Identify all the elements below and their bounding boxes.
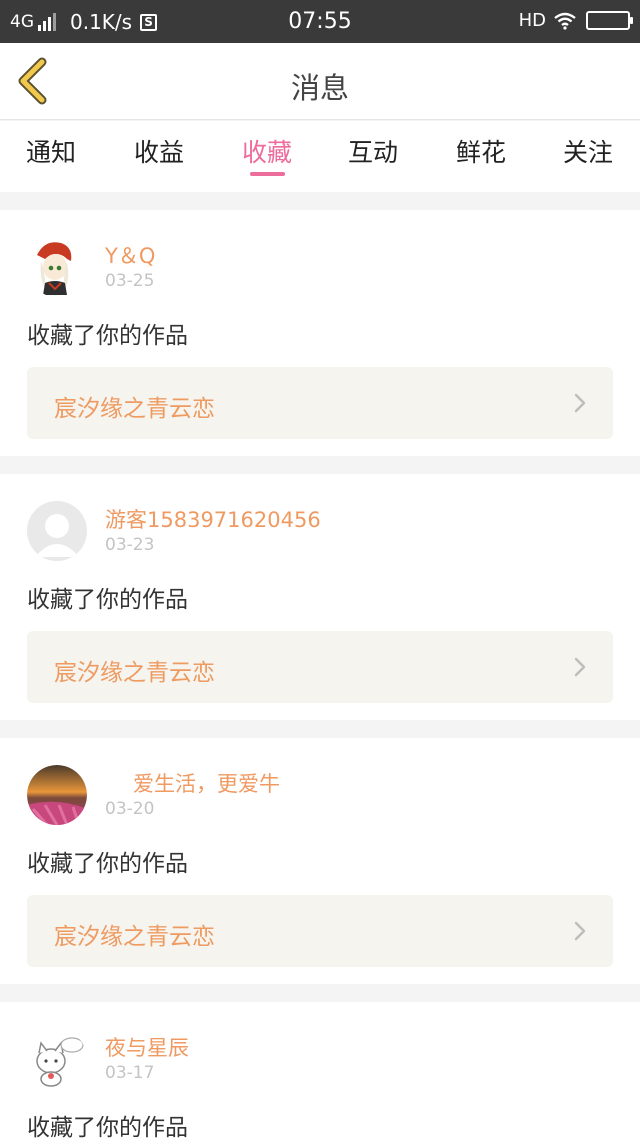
tab-interactions[interactable]: 互动 <box>323 133 423 169</box>
message-text: 收藏了你的作品 <box>27 587 188 613</box>
tab-earnings[interactable]: 收益 <box>109 133 209 169</box>
message-text: 收藏了你的作品 <box>27 323 188 349</box>
message-card: 夜与星辰 03-17 收藏了你的作品 <box>0 1002 640 1138</box>
message-card: 爱生活，更爱牛 03-20 收藏了你的作品 宸汐缘之青云恋 <box>0 738 640 984</box>
tab-flowers[interactable]: 鲜花 <box>431 133 531 169</box>
status-right: HD <box>518 10 633 31</box>
user-name[interactable]: 夜与星辰 <box>105 1032 189 1062</box>
status-bar: 4G 0.1K/s S 07:55 HD <box>0 0 640 43</box>
avatar[interactable] <box>27 501 87 561</box>
tab-follows[interactable]: 关注 <box>538 133 638 169</box>
avatar[interactable] <box>27 237 87 297</box>
user-name[interactable]: 爱生活，更爱牛 <box>133 768 280 798</box>
avatar[interactable] <box>27 765 87 825</box>
work-link[interactable]: 宸汐缘之青云恋 <box>27 895 613 967</box>
tab-notifications[interactable]: 通知 <box>1 133 101 169</box>
page-title: 消息 <box>290 71 349 105</box>
hd-indicator: HD <box>518 10 546 31</box>
message-text: 收藏了你的作品 <box>27 851 188 877</box>
avatar[interactable] <box>27 1029 87 1089</box>
message-card: Y＆Q 03-25 收藏了你的作品 宸汐缘之青云恋 <box>0 210 640 456</box>
work-title: 宸汐缘之青云恋 <box>54 924 215 950</box>
user-name[interactable]: 游客1583971620456 <box>105 504 321 534</box>
message-date: 03-17 <box>105 1063 155 1083</box>
work-title: 宸汐缘之青云恋 <box>54 396 215 422</box>
chevron-right-icon <box>574 657 586 677</box>
message-date: 03-23 <box>105 535 155 555</box>
user-name[interactable]: Y＆Q <box>105 240 155 270</box>
nav-bar: 消息 <box>0 43 640 120</box>
battery-icon <box>586 11 633 30</box>
tab-favorites[interactable]: 收藏 <box>217 133 317 169</box>
message-date: 03-20 <box>105 799 155 819</box>
chevron-right-icon <box>574 393 586 413</box>
work-title: 宸汐缘之青云恋 <box>54 660 215 686</box>
active-tab-indicator <box>250 172 285 176</box>
chevron-right-icon <box>574 921 586 941</box>
wifi-icon <box>554 12 576 30</box>
work-link[interactable]: 宸汐缘之青云恋 <box>27 367 613 439</box>
message-date: 03-25 <box>105 271 155 291</box>
message-text: 收藏了你的作品 <box>27 1115 188 1138</box>
tab-bar: 通知 收益 收藏 互动 鲜花 关注 <box>0 121 640 192</box>
message-card: 游客1583971620456 03-23 收藏了你的作品 宸汐缘之青云恋 <box>0 474 640 720</box>
work-link[interactable]: 宸汐缘之青云恋 <box>27 631 613 703</box>
